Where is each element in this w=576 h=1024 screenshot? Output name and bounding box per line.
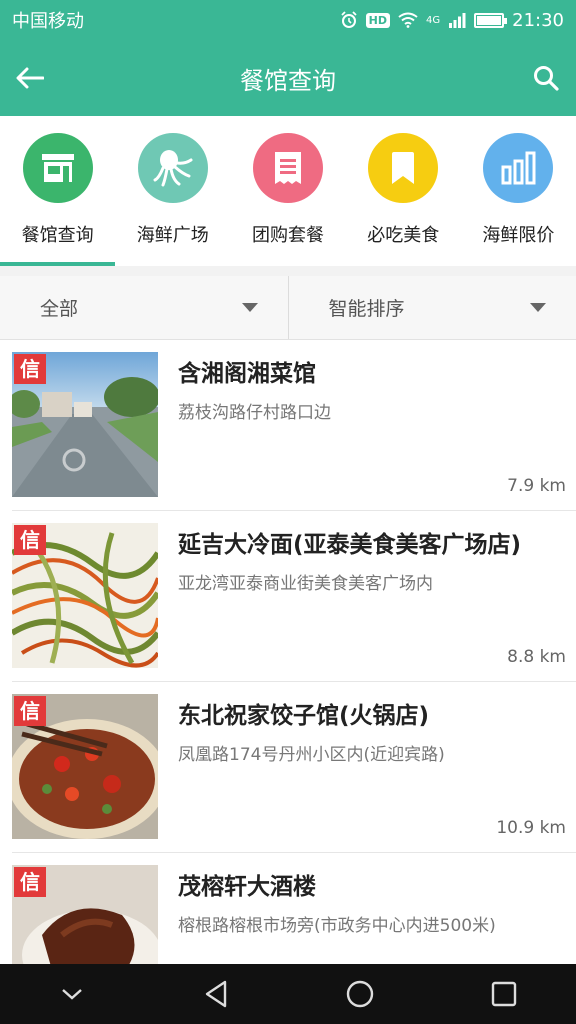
category-label: 海鲜广场 [136, 225, 209, 246]
top-app-bar: 餐馆查询 [0, 40, 576, 116]
area-filter-dropdown[interactable]: 全部 [0, 276, 289, 339]
restaurant-list: 信 含湘阁湘菜馆 荔枝沟路仔村路口边 7.9 km 信 延吉大冷面(亚泰美食美客… [0, 340, 576, 964]
bar-chart-icon [501, 151, 536, 185]
battery-icon [474, 12, 508, 28]
restaurant-photo: 信 [12, 352, 158, 497]
page-title: 餐馆查询 [240, 66, 336, 95]
category-seafood-plaza[interactable]: 海鲜广场 [115, 116, 230, 266]
bookmark-icon [392, 152, 415, 184]
carrier-name: 中国移动 [12, 11, 84, 32]
verified-badge: 信 [14, 354, 46, 384]
restaurant-name: 含湘阁湘菜馆 [178, 361, 316, 387]
category-icon-circle [253, 133, 323, 203]
verified-badge: 信 [14, 525, 46, 555]
system-icons: HD 4G 21:30 [340, 10, 564, 31]
system-navigation-bar [0, 964, 576, 1024]
category-label: 海鲜限价 [482, 225, 555, 246]
category-label: 团购套餐 [252, 225, 324, 246]
restaurant-distance: 8.8 km [507, 647, 566, 667]
hd-badge: HD [365, 12, 390, 28]
category-label: 必吃美食 [367, 225, 440, 246]
app-screen: 中国移动 HD 4G 21:30 餐馆查询 餐馆查询 海鲜广场 团购套餐 必吃美… [0, 0, 576, 1024]
area-filter-label: 全部 [40, 298, 79, 320]
wifi-icon [398, 12, 418, 28]
chevron-down-icon [241, 303, 258, 312]
restaurant-name: 东北祝家饺子馆(火锅店) [178, 703, 430, 729]
clock: 21:30 [512, 9, 564, 31]
square-recents-icon [491, 981, 517, 1007]
signal-icon [449, 13, 466, 28]
back-arrow-icon [16, 67, 44, 89]
search-icon [534, 66, 559, 91]
restaurant-name: 延吉大冷面(亚泰美食美客广场店) [178, 532, 522, 558]
nav-recents-button[interactable] [474, 964, 534, 1024]
restaurant-list-item[interactable]: 信 含湘阁湘菜馆 荔枝沟路仔村路口边 7.9 km [12, 340, 576, 511]
chevron-down-icon [62, 989, 82, 1000]
store-icon [41, 154, 74, 182]
alarm-icon [341, 11, 357, 28]
restaurant-photo: 信 [12, 865, 158, 964]
restaurant-address: 凤凰路174号丹州小区内(近迎宾路) [178, 745, 445, 765]
category-icon-circle [22, 133, 93, 203]
status-bar: 中国移动 HD 4G 21:30 [0, 0, 576, 40]
category-shortcuts: 餐馆查询 海鲜广场 团购套餐 必吃美食 海鲜限价 [0, 116, 576, 266]
restaurant-photo: 信 [12, 523, 158, 668]
network-type: 4G [426, 14, 441, 26]
circle-home-icon [346, 980, 374, 1008]
nav-home-button[interactable] [330, 964, 390, 1024]
sort-filter-label: 智能排序 [328, 298, 405, 320]
octopus-icon [153, 150, 193, 187]
section-divider [0, 266, 576, 276]
verified-badge: 信 [14, 867, 46, 897]
restaurant-list-item[interactable]: 信 延吉大冷面(亚泰美食美客广场店) 亚龙湾亚泰商业街美食美客广场内 8.8 k… [12, 511, 576, 682]
category-icon-circle [483, 133, 554, 203]
category-must-eat[interactable]: 必吃美食 [346, 116, 461, 266]
hide-nav-button[interactable] [42, 964, 102, 1024]
category-group-deals[interactable]: 团购套餐 [230, 116, 345, 266]
filter-bar: 全部 智能排序 [0, 276, 576, 340]
back-button[interactable] [0, 40, 60, 116]
category-label: 餐馆查询 [21, 225, 94, 246]
restaurant-name: 茂榕轩大酒楼 [178, 874, 316, 900]
chevron-down-icon [530, 303, 546, 312]
restaurant-distance: 10.9 km [496, 818, 566, 838]
nav-back-button[interactable] [186, 964, 246, 1024]
restaurant-list-item[interactable]: 信 茂榕轩大酒楼 榕根路榕根市场旁(市政务中心内进500米) [12, 853, 576, 964]
restaurant-address: 榕根路榕根市场旁(市政务中心内进500米) [178, 916, 496, 936]
restaurant-address: 荔枝沟路仔村路口边 [178, 403, 331, 423]
search-button[interactable] [516, 40, 576, 116]
category-icon-circle [137, 133, 208, 203]
receipt-icon [275, 152, 301, 184]
restaurant-address: 亚龙湾亚泰商业街美食美客广场内 [178, 574, 433, 594]
restaurant-distance: 7.9 km [507, 476, 566, 496]
restaurant-list-item[interactable]: 信 东北祝家饺子馆(火锅店) 凤凰路174号丹州小区内(近迎宾路) 10.9 k… [12, 682, 576, 853]
triangle-back-icon [205, 980, 227, 1008]
sort-filter-dropdown[interactable]: 智能排序 [289, 276, 576, 339]
category-seafood-price-cap[interactable]: 海鲜限价 [461, 116, 576, 266]
category-icon-circle [368, 133, 439, 203]
category-restaurant-search[interactable]: 餐馆查询 [0, 116, 116, 266]
restaurant-photo: 信 [12, 694, 158, 839]
verified-badge: 信 [14, 696, 46, 726]
